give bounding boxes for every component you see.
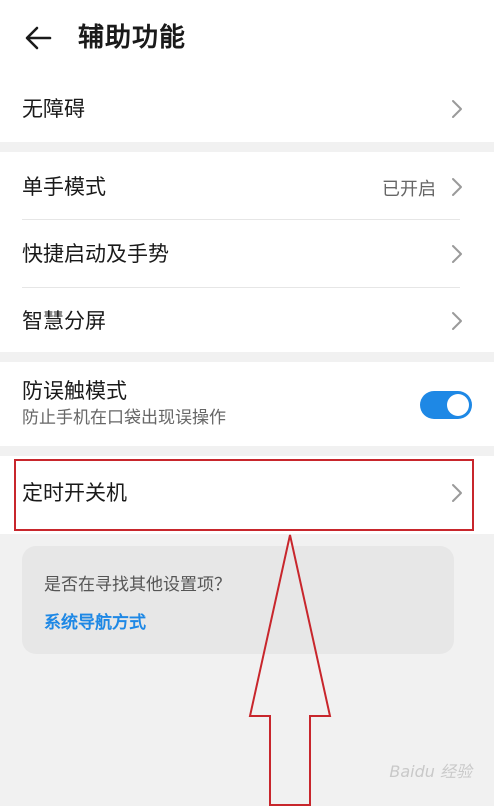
arrow-left-icon	[25, 26, 52, 50]
list-item-description: 防止手机在口袋出现误操作	[22, 408, 226, 428]
annotation-highlight-box	[14, 459, 474, 531]
back-button[interactable]	[18, 20, 58, 56]
list-item-split-screen[interactable]: 智慧分屏	[22, 306, 472, 336]
list-item-one-hand-mode[interactable]: 单手模式 已开启	[22, 172, 472, 202]
app-header: 辅助功能	[0, 0, 494, 78]
chevron-right-icon	[452, 178, 462, 196]
toggle-knob	[447, 394, 469, 416]
list-item-shortcuts-gestures[interactable]: 快捷启动及手势	[22, 239, 472, 269]
settings-group-pocket-mode: 防误触模式 防止手机在口袋出现误操作	[0, 362, 494, 446]
page-title: 辅助功能	[78, 23, 187, 53]
list-item-label: 智慧分屏	[22, 309, 106, 333]
list-item-label: 快捷启动及手势	[22, 242, 169, 266]
suggestion-question: 是否在寻找其他设置项？	[44, 575, 231, 595]
settings-group-gestures: 单手模式 已开启 快捷启动及手势 智慧分屏	[0, 152, 494, 352]
suggestion-link-navigation[interactable]: 系统导航方式	[44, 608, 146, 633]
list-item-pocket-mode[interactable]: 防误触模式 防止手机在口袋出现误操作	[22, 376, 472, 434]
pocket-mode-toggle[interactable]	[420, 391, 472, 419]
suggestion-card: 是否在寻找其他设置项？ 系统导航方式	[22, 546, 454, 654]
divider	[22, 287, 460, 288]
chevron-right-icon	[452, 312, 462, 330]
list-item-label: 单手模式	[22, 175, 106, 199]
watermark-logo: Baidu 经验	[389, 762, 472, 781]
divider	[22, 219, 460, 220]
chevron-right-icon	[452, 245, 462, 263]
chevron-right-icon	[452, 100, 462, 118]
list-item-label: 无障碍	[22, 97, 85, 121]
list-item-accessibility[interactable]: 无障碍	[22, 94, 472, 124]
annotation-arrow-icon	[248, 534, 332, 806]
settings-group-accessibility: 无障碍	[0, 78, 494, 142]
status-text: 已开启	[382, 179, 436, 200]
list-item-label: 防误触模式	[22, 379, 127, 403]
